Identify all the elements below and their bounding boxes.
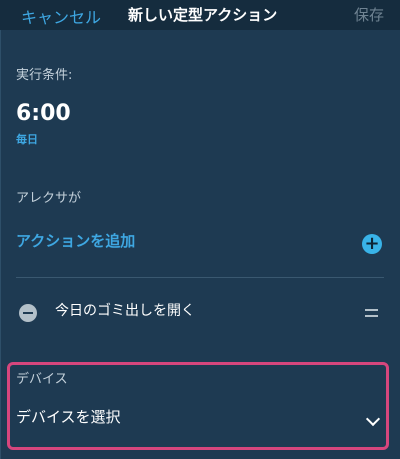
device-section-label: デバイス — [16, 372, 68, 387]
actions-section-label: アレクサが — [16, 191, 82, 206]
trigger-time[interactable]: 6:00 — [16, 101, 71, 126]
action-item-label[interactable]: 今日のゴミ出しを開く — [55, 300, 195, 320]
drag-handle-icon[interactable] — [365, 309, 378, 317]
trigger-frequency[interactable]: 毎日 — [16, 131, 38, 147]
plus-circle-icon[interactable]: + — [362, 234, 382, 254]
trigger-section-label: 実行条件: — [16, 68, 73, 83]
save-button[interactable]: 保存 — [354, 4, 384, 25]
minus-circle-icon[interactable] — [19, 304, 37, 322]
left-edge-divider — [0, 30, 1, 459]
add-action-button[interactable]: アクションを追加 — [16, 230, 135, 251]
device-select[interactable]: デバイスを選択 — [16, 406, 121, 427]
page-title: 新しい定型アクション — [128, 6, 278, 24]
header-bar: キャンセル 新しい定型アクション 保存 — [0, 0, 400, 30]
section-divider — [16, 277, 384, 278]
cancel-button[interactable]: キャンセル — [21, 4, 101, 28]
routine-editor-screen: キャンセル 新しい定型アクション 保存 実行条件: 6:00 毎日 アレクサが … — [0, 0, 400, 459]
